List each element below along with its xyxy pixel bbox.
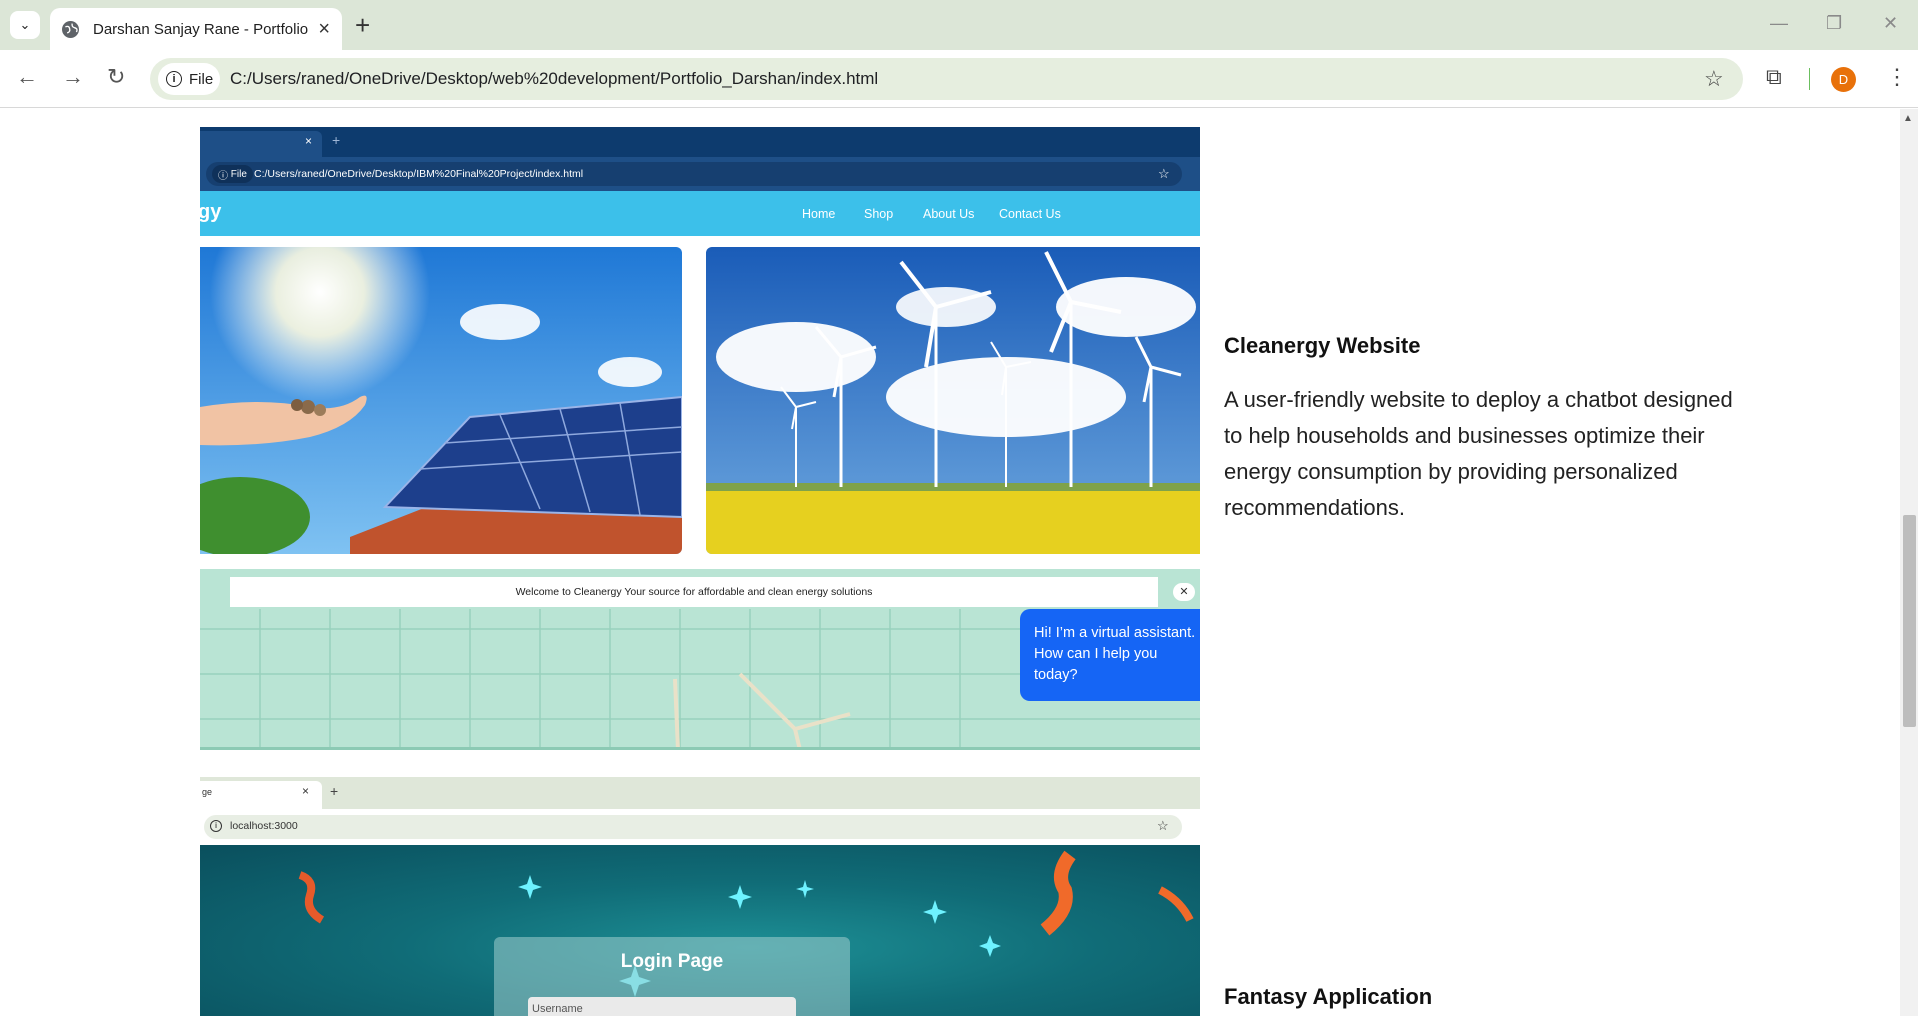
embedded-url: C:/Users/raned/OneDrive/Desktop/IBM%20Fi… — [254, 168, 584, 180]
embedded-username-field: Username — [528, 997, 796, 1016]
embedded-file-label: File — [230, 168, 247, 180]
new-tab-button[interactable]: + — [355, 12, 370, 38]
project-title-cleanergy: Cleanergy Website — [1224, 333, 1421, 358]
reload-icon[interactable]: ↻ — [107, 66, 125, 88]
embedded-url-2: localhost:3000 — [230, 820, 298, 832]
embedded-navbar: gy Home Shop About Us Contact Us — [200, 191, 1200, 236]
bookmark-star-icon[interactable]: ☆ — [1704, 66, 1724, 92]
info-icon: i — [166, 71, 182, 87]
scroll-up-arrow-icon[interactable]: ▲ — [1903, 113, 1913, 124]
more-menu-icon[interactable]: ⋮ — [1886, 64, 1908, 90]
embedded-tab-bar-2: ge × + — [200, 777, 1200, 809]
extensions-icon[interactable]: ⧉ — [1766, 64, 1782, 90]
embedded-nav-contact: Contact Us — [999, 207, 1061, 221]
file-label: File — [189, 70, 214, 88]
embedded-nav-shop: Shop — [864, 207, 894, 221]
globe-icon — [62, 20, 79, 38]
embedded-tab-title-2: ge — [202, 787, 213, 797]
project-title-fantasy: Fantasy Application — [1224, 984, 1433, 1009]
embedded-tab — [200, 131, 322, 157]
login-page-background: Login Page Username — [200, 845, 1200, 1016]
restore-icon[interactable]: ❐ — [1826, 13, 1842, 34]
url-text[interactable]: C:/Users/raned/OneDrive/Desktop/web%20de… — [230, 69, 878, 89]
fantasy-login-screenshot: ge × + i localhost:3000 ☆ Login Page Use… — [200, 777, 1200, 1016]
embedded-nav-about: About Us — [923, 207, 975, 221]
site-info-chip[interactable]: i File — [158, 63, 220, 95]
close-icon[interactable]: × — [318, 19, 330, 39]
embedded-plus-icon: + — [332, 132, 341, 148]
wind-turbine-image — [706, 247, 1200, 554]
embedded-brand: gy — [200, 201, 222, 223]
solar-panel-image — [200, 247, 682, 554]
cleanergy-hero: Welcome to Cleanergy Your source for aff… — [200, 569, 1200, 750]
scrollbar-thumb[interactable] — [1903, 515, 1916, 727]
embedded-address-pill-2 — [204, 815, 1182, 839]
embedded-tab-bar: × + — [200, 127, 1200, 157]
login-card-title: Login Page — [620, 951, 724, 972]
tab-strip: ⌄ Darshan Sanjay Rane - Portfolio × + — … — [0, 0, 1918, 50]
embedded-chat-close-icon: ✕ — [1173, 583, 1195, 601]
tab-search-button[interactable]: ⌄ — [10, 11, 40, 39]
embedded-welcome-banner: Welcome to Cleanergy Your source for aff… — [230, 577, 1158, 607]
window-close-icon[interactable]: ✕ — [1883, 13, 1898, 34]
toolbar-divider — [1809, 68, 1810, 90]
embedded-star-icon: ☆ — [1158, 166, 1170, 181]
embedded-file-chip: ⓘ File — [212, 165, 253, 183]
embedded-info-icon: i — [210, 820, 222, 832]
embedded-star-icon-2: ☆ — [1157, 818, 1169, 833]
minimize-icon[interactable]: — — [1770, 13, 1788, 34]
embedded-close-icon: × — [305, 134, 313, 148]
project-description-cleanergy: A user-friendly website to deploy a chat… — [1224, 387, 1733, 520]
login-card: Login Page Username — [494, 937, 850, 1016]
embedded-address-bar: ⓘ File C:/Users/raned/OneDrive/Desktop/I… — [200, 157, 1200, 191]
back-icon[interactable]: ← — [16, 66, 38, 88]
tab-title: Darshan Sanjay Rane - Portfolio — [93, 20, 309, 38]
portfolio-page: × + ⓘ File C:/Users/raned/OneDrive/Deskt… — [0, 109, 1900, 1016]
forward-icon[interactable]: → — [62, 66, 84, 88]
embedded-address-bar-2: i localhost:3000 ☆ — [200, 809, 1200, 845]
tab-portfolio[interactable]: Darshan Sanjay Rane - Portfolio × — [50, 8, 342, 50]
cleanergy-screenshot: × + ⓘ File C:/Users/raned/OneDrive/Deskt… — [200, 127, 1200, 750]
embedded-chat-bubble: Hi! I’m a virtual assistant. How can I h… — [1020, 609, 1200, 701]
embedded-nav-home: Home — [802, 207, 836, 221]
chevron-down-icon: ⌄ — [19, 17, 31, 32]
embedded-plus-icon-2: + — [330, 783, 339, 799]
embedded-close-icon-2: × — [302, 784, 310, 798]
profile-avatar[interactable]: D — [1831, 67, 1856, 92]
